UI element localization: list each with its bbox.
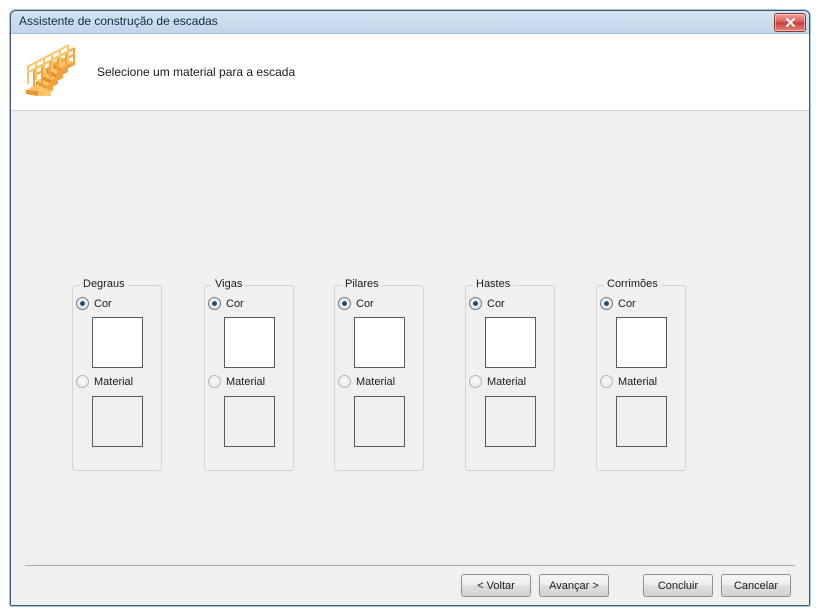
radio-hastes-material[interactable]: Material bbox=[469, 375, 526, 388]
wizard-header: Selecione um material para a escada bbox=[11, 34, 809, 111]
radio-unselected-icon bbox=[469, 375, 482, 388]
title-bar: Assistente de construção de escadas bbox=[11, 11, 809, 34]
material-swatch-vigas[interactable] bbox=[224, 396, 275, 447]
radio-label: Material bbox=[226, 375, 266, 388]
window-title: Assistente de construção de escadas bbox=[19, 14, 218, 28]
material-swatch-corrimoes[interactable] bbox=[616, 396, 667, 447]
material-swatch-degraus[interactable] bbox=[92, 396, 143, 447]
radio-label: Cor bbox=[487, 297, 505, 310]
color-swatch-pilares[interactable] bbox=[354, 317, 405, 368]
radio-degraus-cor[interactable]: Cor bbox=[76, 297, 112, 310]
radio-degraus-material[interactable]: Material bbox=[76, 375, 133, 388]
color-swatch-vigas[interactable] bbox=[224, 317, 275, 368]
group-label: Vigas bbox=[212, 278, 246, 290]
radio-label: Material bbox=[94, 375, 134, 388]
radio-pilares-material[interactable]: Material bbox=[338, 375, 395, 388]
back-button[interactable]: < Voltar bbox=[461, 574, 531, 597]
radio-pilares-cor[interactable]: Cor bbox=[338, 297, 374, 310]
group-label: Hastes bbox=[473, 278, 514, 290]
radio-label: Cor bbox=[356, 297, 374, 310]
color-swatch-corrimoes[interactable] bbox=[616, 317, 667, 368]
group-vigas: Vigas Cor Material bbox=[204, 278, 294, 471]
material-swatch-pilares[interactable] bbox=[354, 396, 405, 447]
wizard-body: Degraus Cor Material Vigas Cor Material bbox=[11, 111, 809, 605]
color-swatch-degraus[interactable] bbox=[92, 317, 143, 368]
radio-vigas-cor[interactable]: Cor bbox=[208, 297, 244, 310]
color-swatch-hastes[interactable] bbox=[485, 317, 536, 368]
radio-label: Cor bbox=[618, 297, 636, 310]
radio-selected-icon bbox=[76, 297, 89, 310]
radio-corrimoes-material[interactable]: Material bbox=[600, 375, 657, 388]
radio-label: Cor bbox=[226, 297, 244, 310]
close-button[interactable] bbox=[774, 13, 806, 32]
cancel-button[interactable]: Cancelar bbox=[721, 574, 791, 597]
wizard-window: Assistente de construção de escadas Sele… bbox=[10, 10, 810, 606]
group-pilares: Pilares Cor Material bbox=[334, 278, 424, 471]
radio-selected-icon bbox=[338, 297, 351, 310]
radio-label: Material bbox=[487, 375, 527, 388]
group-label: Pilares bbox=[342, 278, 382, 290]
group-corrimoes: Corrimões Cor Material bbox=[596, 278, 686, 471]
header-title: Selecione um material para a escada bbox=[97, 65, 296, 79]
radio-vigas-material[interactable]: Material bbox=[208, 375, 265, 388]
radio-label: Material bbox=[618, 375, 658, 388]
finish-button[interactable]: Concluir bbox=[643, 574, 713, 597]
radio-hastes-cor[interactable]: Cor bbox=[469, 297, 505, 310]
radio-unselected-icon bbox=[600, 375, 613, 388]
radio-unselected-icon bbox=[338, 375, 351, 388]
staircase-icon bbox=[21, 40, 89, 100]
radio-selected-icon bbox=[600, 297, 613, 310]
radio-selected-icon bbox=[469, 297, 482, 310]
radio-corrimoes-cor[interactable]: Cor bbox=[600, 297, 636, 310]
group-degraus: Degraus Cor Material bbox=[72, 278, 162, 471]
radio-label: Material bbox=[356, 375, 396, 388]
material-swatch-hastes[interactable] bbox=[485, 396, 536, 447]
radio-selected-icon bbox=[208, 297, 221, 310]
radio-label: Cor bbox=[94, 297, 112, 310]
next-button[interactable]: Avançar > bbox=[539, 574, 609, 597]
group-hastes: Hastes Cor Material bbox=[465, 278, 555, 471]
footer-divider bbox=[25, 565, 795, 566]
group-label: Corrimões bbox=[604, 278, 661, 290]
close-icon bbox=[785, 17, 796, 28]
group-label: Degraus bbox=[80, 278, 128, 290]
radio-unselected-icon bbox=[208, 375, 221, 388]
radio-unselected-icon bbox=[76, 375, 89, 388]
